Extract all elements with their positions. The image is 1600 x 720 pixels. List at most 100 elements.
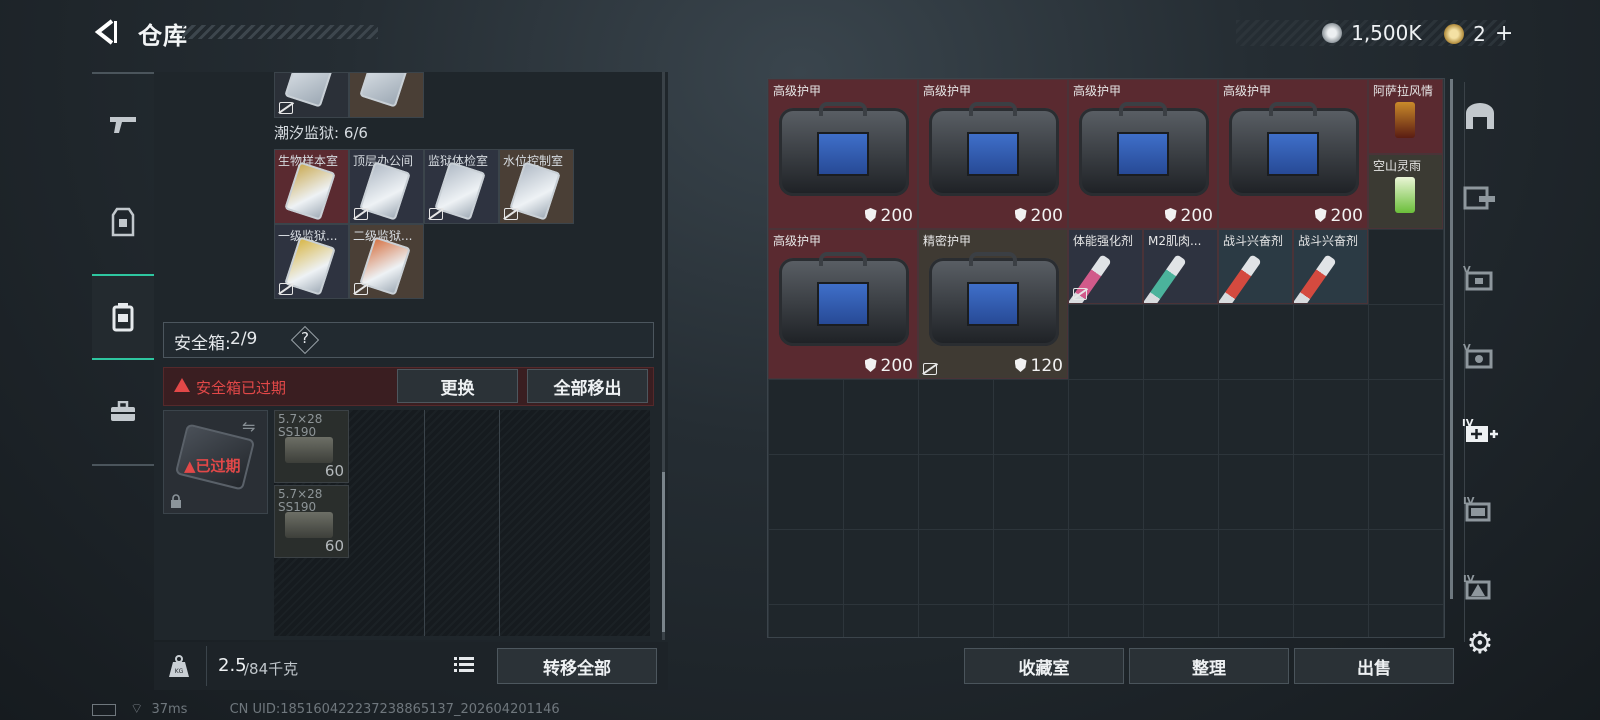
- armor-item[interactable]: 120 精密护甲: [918, 229, 1068, 379]
- settings-gear-icon[interactable]: ⚙: [1456, 618, 1504, 668]
- armor-item[interactable]: 200 高级护甲: [768, 229, 918, 379]
- no-trade-icon: [504, 208, 518, 220]
- gun-chest-icon[interactable]: [1456, 174, 1504, 224]
- wifi-icon: ⌔: [130, 701, 144, 717]
- battery-icon: [92, 703, 116, 716]
- help-mark: ?: [301, 329, 309, 347]
- swap-icon[interactable]: ⇋: [242, 417, 255, 436]
- sell-button[interactable]: 出售: [1294, 648, 1454, 684]
- silver-amount: 1,500K: [1351, 21, 1422, 45]
- injector-item[interactable]: 战斗兴奋剂: [1218, 229, 1293, 304]
- armor-bag-icon: [779, 252, 909, 346]
- prison-keycard[interactable]: 二级监狱...: [349, 224, 424, 299]
- list-icon[interactable]: [454, 656, 474, 676]
- no-trade-icon: [354, 283, 368, 295]
- durability-value: 120: [1014, 356, 1063, 376]
- ammo-box-icon: [285, 437, 333, 463]
- gold-currency[interactable]: 2 +: [1444, 21, 1513, 46]
- prison-keycard[interactable]: 一级监狱...: [274, 224, 349, 299]
- replace-button[interactable]: 更换: [397, 369, 518, 403]
- no-trade-icon: [354, 208, 368, 220]
- item-label: 高级护甲: [1073, 84, 1122, 98]
- ammo-count: 60: [324, 537, 344, 555]
- garage-icon[interactable]: [1456, 92, 1504, 142]
- item-label: 高级护甲: [773, 84, 822, 98]
- drink-glass-icon: [1395, 177, 1415, 213]
- armor-bag-icon: [929, 252, 1059, 346]
- safebox-header: 安全箱: 2/9 ?: [163, 322, 654, 358]
- lock-icon: [170, 493, 182, 508]
- remove-all-button[interactable]: 全部移出: [527, 369, 648, 403]
- level4-chest-icon[interactable]: IV: [1456, 484, 1504, 534]
- ping-text: 37ms: [151, 702, 188, 717]
- armor-vest-icon[interactable]: [92, 192, 154, 252]
- injector-item[interactable]: M2肌肉...: [1143, 229, 1218, 304]
- transfer-all-button[interactable]: 转移全部: [497, 648, 657, 684]
- item-label: 战斗兴奋剂: [1223, 234, 1284, 248]
- prison-keycard[interactable]: 水位控制室: [499, 149, 574, 224]
- silver-currency[interactable]: 1,500K: [1322, 21, 1421, 45]
- armor-bag-icon: [1229, 102, 1359, 196]
- armor-bag-icon: [1079, 102, 1209, 196]
- prison-keycard[interactable]: 监狱体检室: [424, 149, 499, 224]
- item-label: 高级护甲: [923, 84, 972, 98]
- safebox-label: 安全箱:: [174, 334, 231, 354]
- safebox-slot[interactable]: ⇋ ▲已过期: [163, 410, 268, 514]
- ammo-count: 60: [324, 462, 344, 480]
- armor-bag-icon: [929, 102, 1059, 196]
- add-gold-icon[interactable]: +: [1495, 21, 1513, 46]
- left-nav: [92, 72, 154, 476]
- durability-value: 200: [864, 206, 913, 226]
- injector-item[interactable]: 战斗兴奋剂: [1293, 229, 1368, 304]
- level5-chest-b-icon[interactable]: V: [1456, 330, 1504, 380]
- armor-item[interactable]: 200 高级护甲: [1068, 79, 1218, 229]
- level5-chest-icon[interactable]: V: [1456, 252, 1504, 302]
- ammo-item[interactable]: 5.7×28 SS190 60: [274, 410, 349, 483]
- collection-room-button[interactable]: 收藏室: [964, 648, 1124, 684]
- no-trade-icon: [279, 283, 293, 295]
- level4-add-icon[interactable]: IV: [1456, 406, 1504, 456]
- storage-box-icon[interactable]: [92, 274, 154, 360]
- shield-icon: [864, 358, 877, 372]
- item-label: 空山灵雨: [1373, 159, 1422, 173]
- item-label: 阿萨拉风情: [1373, 84, 1434, 98]
- drink-glass-icon: [1395, 102, 1415, 138]
- ammo-item[interactable]: 5.7×28 SS190 60: [274, 485, 349, 558]
- drink-item[interactable]: 阿萨拉风情: [1368, 79, 1443, 154]
- organize-button[interactable]: 整理: [1129, 648, 1289, 684]
- durability-value: 200: [1314, 206, 1363, 226]
- item-label: M2肌肉...: [1148, 234, 1202, 248]
- armor-item[interactable]: 200 高级护甲: [768, 79, 918, 229]
- drink-item[interactable]: 空山灵雨: [1368, 154, 1443, 229]
- armor-item[interactable]: 200 高级护甲: [918, 79, 1068, 229]
- weight-max: /84千克: [244, 660, 299, 678]
- back-icon[interactable]: [92, 18, 118, 46]
- armor-item[interactable]: 200 高级护甲: [1218, 79, 1368, 229]
- item-label: 战斗兴奋剂: [1298, 234, 1359, 248]
- prison-keycard[interactable]: 生物样本室: [274, 149, 349, 224]
- prison-group-label: 潮汐监狱: 6/6: [274, 124, 368, 142]
- keycard-icon: [284, 161, 336, 221]
- weapon-icon[interactable]: [92, 94, 154, 154]
- shield-icon: [1314, 208, 1327, 222]
- weight-current: 2.5: [218, 655, 247, 676]
- syringe-icon: [1294, 254, 1337, 303]
- no-trade-icon: [923, 363, 937, 375]
- no-trade-icon: [429, 208, 443, 220]
- ammo-label: 5.7×28 SS190: [278, 487, 323, 514]
- gold-coin-icon: [1444, 23, 1464, 44]
- item-label: 高级护甲: [773, 234, 822, 248]
- toolbox-icon[interactable]: [92, 382, 154, 442]
- safebox-count: 2/9: [230, 329, 258, 349]
- injector-item[interactable]: 体能强化剂: [1068, 229, 1143, 304]
- prison-keycard[interactable]: 顶层办公间: [349, 149, 424, 224]
- prison-card-partial-2[interactable]: [349, 72, 424, 118]
- expired-text: 安全箱已过期: [196, 379, 287, 397]
- item-label: 体能强化剂: [1073, 234, 1134, 248]
- status-bar: ⌔ 37ms CN UID:185160422237238865137_2026…: [92, 700, 560, 718]
- prison-card-partial-1[interactable]: [274, 72, 349, 118]
- item-label: 高级护甲: [1223, 84, 1272, 98]
- svg-text:KG: KG: [175, 668, 184, 675]
- durability-value: 200: [1164, 206, 1213, 226]
- level4-case-icon[interactable]: IV: [1456, 562, 1504, 612]
